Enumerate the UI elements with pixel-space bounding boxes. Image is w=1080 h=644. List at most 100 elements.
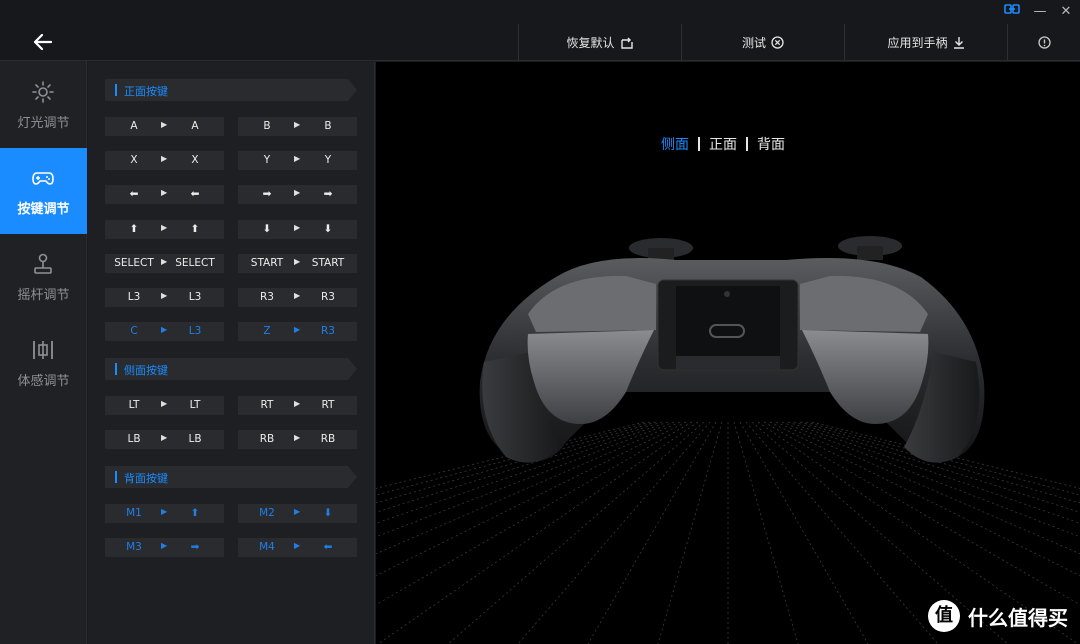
target-key[interactable]: ➡ <box>299 188 357 200</box>
key-mapping-front[interactable]: B ▶ B <box>238 117 357 136</box>
info-button[interactable] <box>1007 24 1080 61</box>
section-header-side: 侧面按键 <box>105 358 357 380</box>
info-icon <box>1037 36 1051 49</box>
nav-item-buttons[interactable]: 按键调节 <box>0 148 87 234</box>
nav-item-lighting[interactable]: 灯光调节 <box>0 62 87 148</box>
target-key[interactable]: ⬆ <box>166 507 224 519</box>
key-mapping-front[interactable]: C ▶ L3 <box>105 322 224 342</box>
source-key: LT <box>128 399 140 411</box>
source-key: X <box>130 154 138 167</box>
gamepad-icon <box>32 172 54 185</box>
source-key: Z <box>263 325 271 338</box>
key-mapping-side[interactable]: RB ▶ RB <box>238 430 357 450</box>
target-key[interactable]: R3 <box>299 325 357 337</box>
source-key: SELECT <box>114 256 154 269</box>
target-key[interactable]: ⬇ <box>299 223 357 235</box>
restore-icon <box>620 37 633 49</box>
download-icon <box>953 37 964 49</box>
arrow-left-icon <box>33 33 53 51</box>
source-key: START <box>250 256 284 269</box>
nav-item-label: 体感调节 <box>17 374 70 389</box>
source-key: M1 <box>126 507 142 519</box>
source-key: L3 <box>127 291 141 303</box>
key-mapping-side[interactable]: LT ▶ LT <box>105 396 224 415</box>
close-button[interactable]: ✕ <box>1056 2 1076 22</box>
section-title: 背面按键 <box>124 472 168 485</box>
key-mapping-front[interactable]: L3 ▶ L3 <box>105 288 224 307</box>
key-mapping-back[interactable]: M1 ▶ ⬆ <box>105 504 224 523</box>
source-key: M3 <box>126 541 142 554</box>
toolbar: 恢复默认 测试 应用到手柄 <box>87 24 1080 61</box>
title-bar: — ✕ <box>0 0 1080 24</box>
target-key[interactable]: L3 <box>166 325 224 337</box>
key-mapping-front[interactable]: X ▶ X <box>105 151 224 171</box>
back-button[interactable] <box>0 24 87 61</box>
section-title: 正面按键 <box>124 85 168 98</box>
target-key[interactable]: B <box>299 120 357 132</box>
test-button[interactable]: 测试 <box>681 24 844 61</box>
target-key[interactable]: ⬇ <box>299 507 357 519</box>
source-key: A <box>130 120 138 132</box>
target-key[interactable]: RT <box>299 399 357 411</box>
target-key[interactable]: LB <box>166 433 224 445</box>
source-key: RB <box>259 433 275 446</box>
target-key[interactable]: RB <box>299 433 357 445</box>
target-key[interactable]: LT <box>166 399 224 411</box>
target-key[interactable]: A <box>166 120 224 132</box>
source-key: RT <box>260 399 274 411</box>
key-mapping-front[interactable]: Y ▶ Y <box>238 151 357 171</box>
controller-viewer: 侧面 正面 背面 值 什么值得买 <box>376 62 1080 644</box>
joystick-icon <box>34 253 52 274</box>
target-key[interactable]: R3 <box>299 291 357 303</box>
nav-item-joystick[interactable]: 摇杆调节 <box>0 234 87 320</box>
target-key[interactable]: ⬆ <box>166 223 224 235</box>
nav-item-label: 灯光调节 <box>17 116 70 131</box>
key-mapping-front[interactable]: ⬆ ▶ ⬆ <box>105 219 224 239</box>
target-key[interactable]: ⬅ <box>299 541 357 553</box>
minimize-button[interactable]: — <box>1030 2 1050 22</box>
target-key[interactable]: X <box>166 154 224 166</box>
source-key: ⬇ <box>262 222 272 235</box>
key-mapping-front[interactable]: ⬅ ▶ ⬅ <box>105 185 224 205</box>
key-mapping-back[interactable]: M2 ▶ ⬇ <box>238 504 357 523</box>
target-key[interactable]: Y <box>299 154 357 166</box>
section-header-back: 背面按键 <box>105 466 357 488</box>
source-key: M4 <box>259 541 275 554</box>
watermark-logo: 值 <box>928 600 960 632</box>
key-mapping-back[interactable]: M4 ▶ ⬅ <box>238 538 357 558</box>
source-key: R3 <box>260 291 274 303</box>
source-key: ⬆ <box>129 222 139 235</box>
nav-item-label: 按键调节 <box>17 202 70 217</box>
key-mapping-side[interactable]: LB ▶ LB <box>105 430 224 450</box>
source-key: ⬅ <box>129 188 139 201</box>
target-key[interactable]: SELECT <box>166 257 224 269</box>
nav-item-label: 摇杆调节 <box>17 288 70 303</box>
left-nav: 灯光调节 按键调节 摇杆调节 体感调节 <box>0 24 87 644</box>
nav-item-motion[interactable]: 体感调节 <box>0 320 87 406</box>
link-icon[interactable] <box>1002 2 1022 22</box>
key-mapping-front[interactable]: R3 ▶ R3 <box>238 288 357 307</box>
key-mapping-panel: 正面按键 A ▶ A B ▶ B X ▶ X Y ▶ Y ⬅ ▶ ⬅ ➡ ▶ ➡ ⬆ ▶ ⬆ ⬇ ▶ ⬇ SELECT ▶ SELE… <box>88 62 375 644</box>
key-mapping-back[interactable]: M3 ▶ ➡ <box>105 538 224 558</box>
target-key[interactable]: ➡ <box>166 541 224 553</box>
source-key: M2 <box>259 507 275 519</box>
key-mapping-front[interactable]: START ▶ START <box>238 253 357 273</box>
source-key: C <box>130 325 138 338</box>
apply-to-controller-button[interactable]: 应用到手柄 <box>844 24 1007 61</box>
target-key[interactable]: START <box>299 257 357 269</box>
source-key: Y <box>263 154 271 167</box>
key-mapping-front[interactable]: SELECT ▶ SELECT <box>105 253 224 273</box>
key-mapping-front[interactable]: Z ▶ R3 <box>238 322 357 342</box>
source-key: ➡ <box>262 188 272 201</box>
key-mapping-side[interactable]: RT ▶ RT <box>238 396 357 415</box>
restore-default-label: 恢复默认 <box>566 36 615 50</box>
section-header-front: 正面按键 <box>105 79 357 101</box>
key-mapping-front[interactable]: A ▶ A <box>105 117 224 136</box>
restore-default-button[interactable]: 恢复默认 <box>518 24 681 61</box>
apply-label: 应用到手柄 <box>887 36 948 50</box>
source-key: LB <box>127 433 141 446</box>
key-mapping-front[interactable]: ➡ ▶ ➡ <box>238 185 357 205</box>
key-mapping-front[interactable]: ⬇ ▶ ⬇ <box>238 219 357 239</box>
target-key[interactable]: ⬅ <box>166 188 224 200</box>
target-key[interactable]: L3 <box>166 291 224 303</box>
